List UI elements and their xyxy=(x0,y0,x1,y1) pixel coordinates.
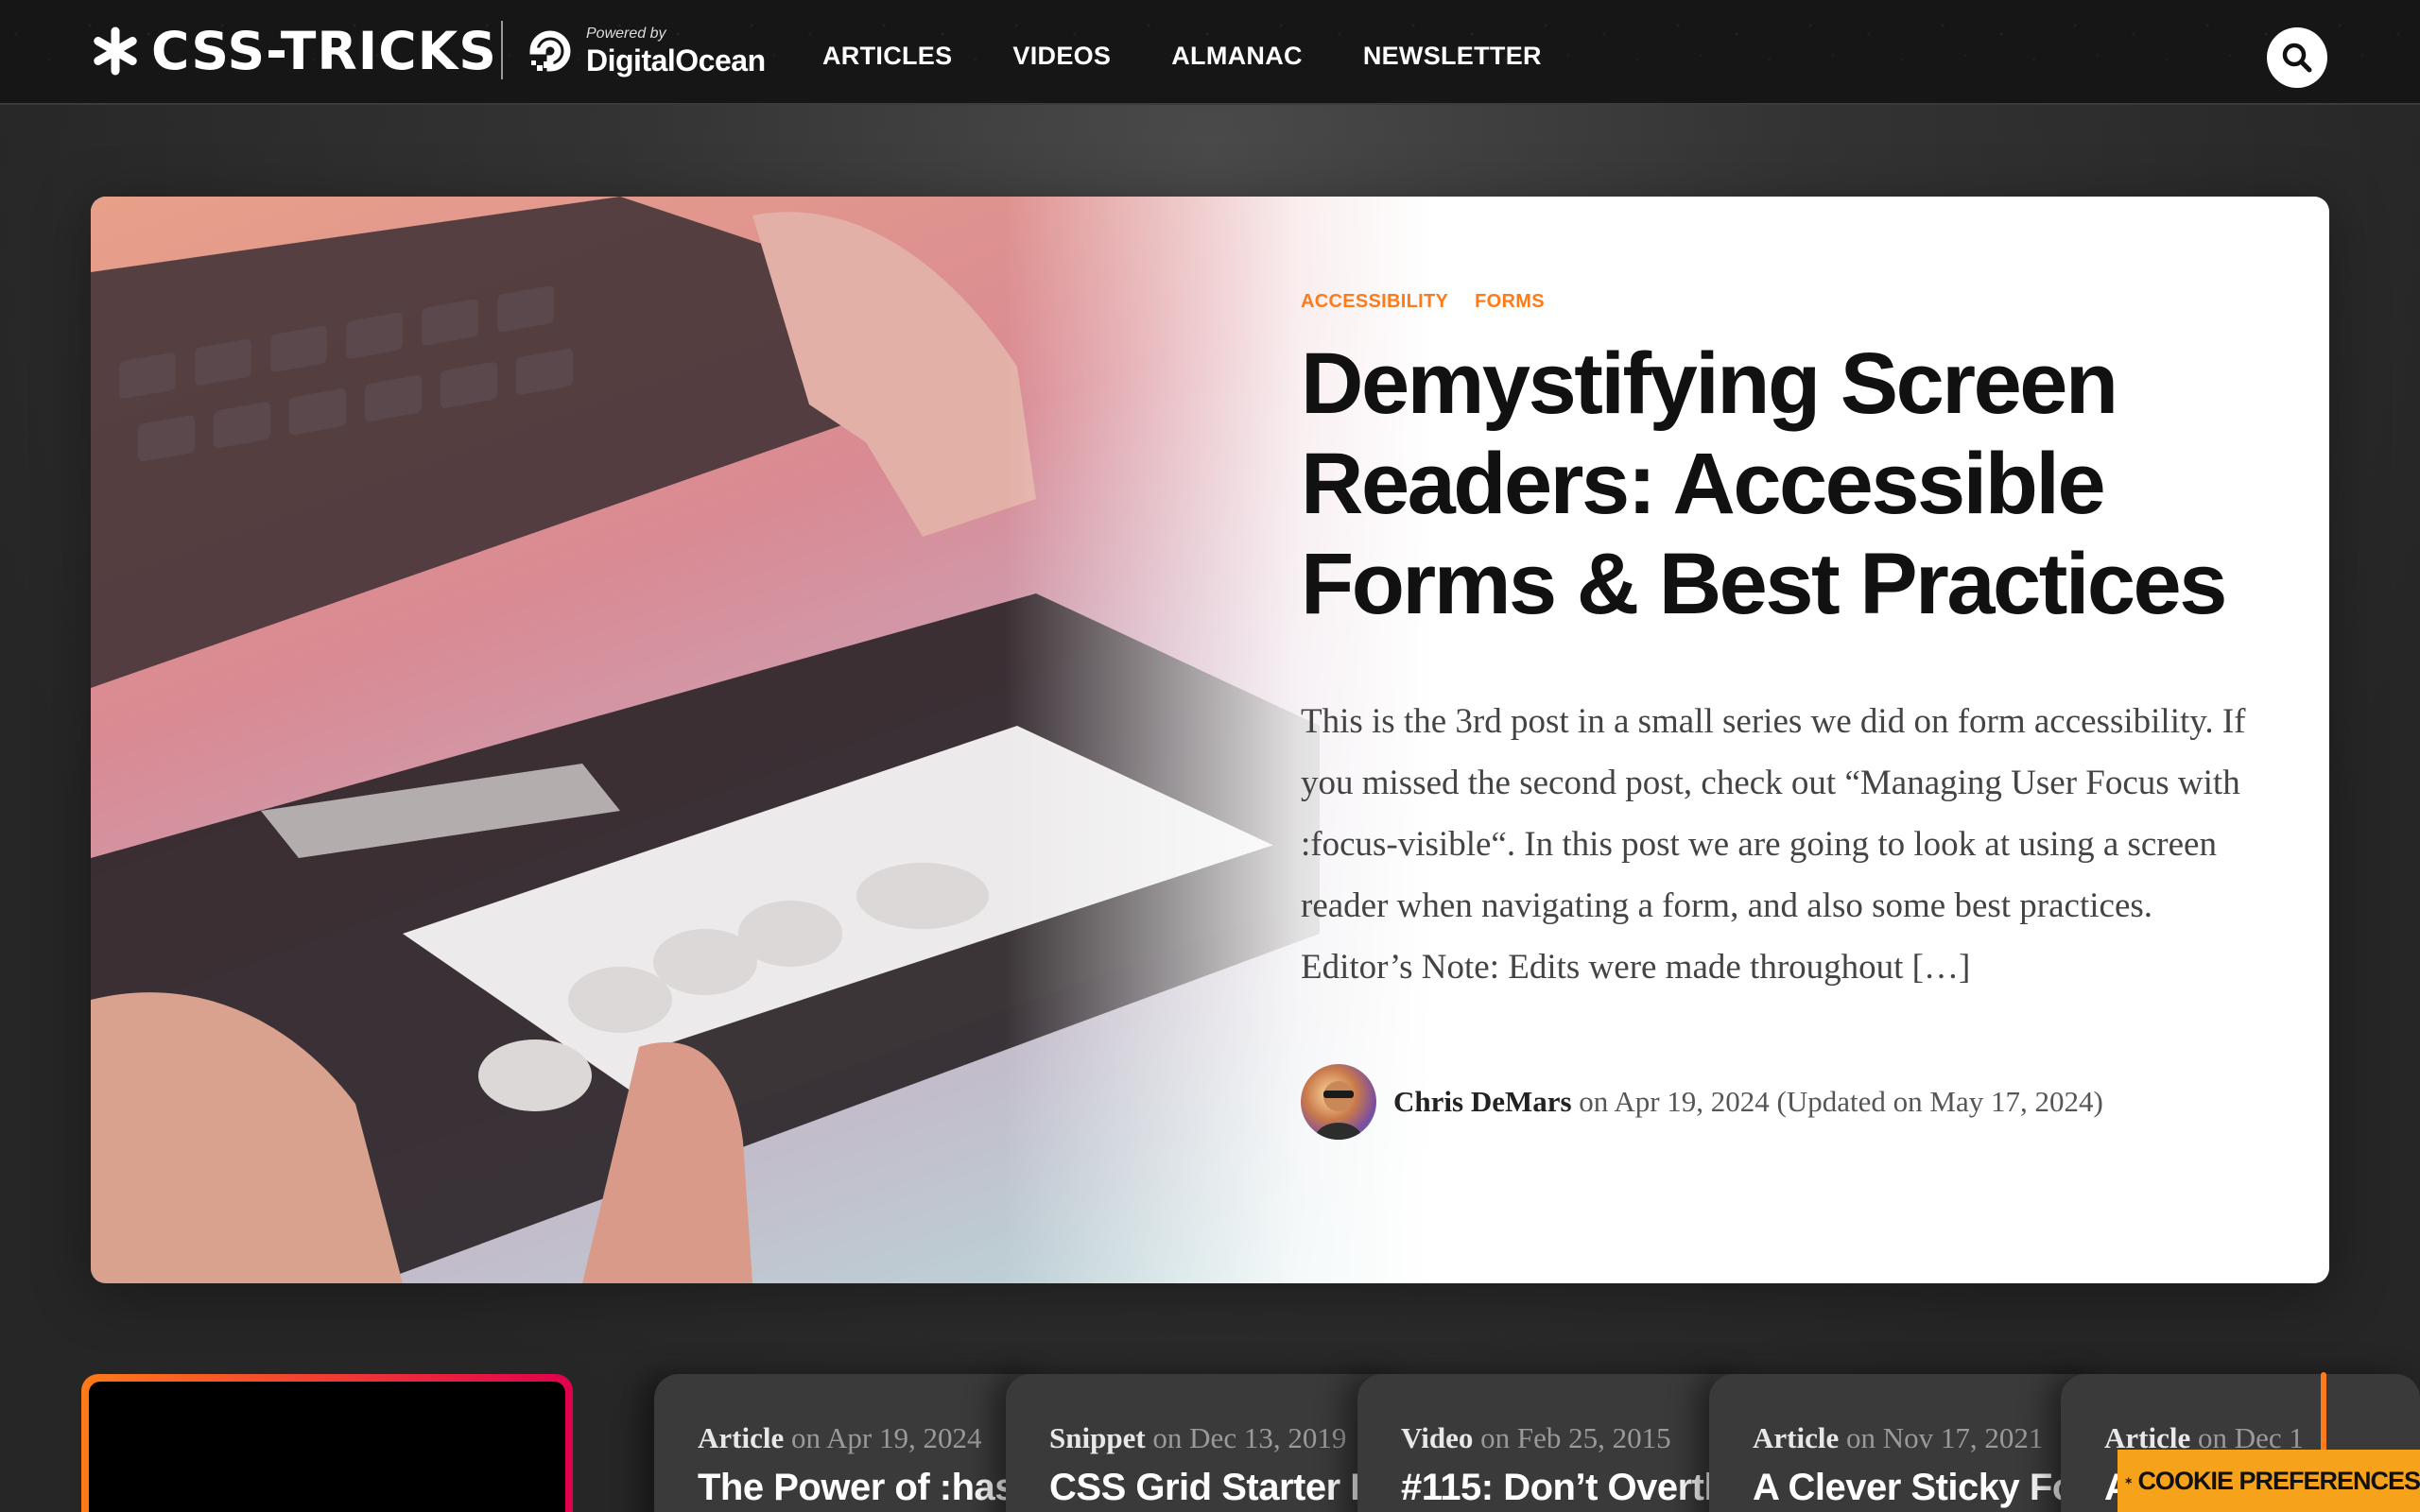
nav-articles[interactable]: ARTICLES xyxy=(822,42,952,71)
search-icon xyxy=(2282,43,2312,73)
card-date: on Apr 19, 2024 xyxy=(784,1421,982,1454)
card-title[interactable]: The Power of :has() xyxy=(698,1467,1051,1509)
nav-almanac[interactable]: ALMANAC xyxy=(1171,42,1303,71)
featured-article: ACCESSIBILITY FORMS Demystifying Screen … xyxy=(91,197,2329,1283)
site-header: CSS-TRICKS Powered by DigitalOcean ARTIC… xyxy=(0,0,2420,105)
digitalocean-link[interactable]: Powered by DigitalOcean xyxy=(526,21,766,81)
card-meta: Snippet on Dec 13, 2019 xyxy=(1049,1421,1403,1455)
nav-videos[interactable]: VIDEOS xyxy=(1012,42,1111,71)
cookie-preferences-button[interactable]: COOKIE PREFERENCES xyxy=(2118,1450,2420,1512)
site-logo[interactable]: CSS-TRICKS xyxy=(91,23,497,79)
card-date: on Nov 17, 2021 xyxy=(1839,1421,2044,1454)
article-excerpt: This is the 3rd post in a small series w… xyxy=(1301,702,2246,987)
publish-date: on Apr 19, 2024 (Updated on May 17, 2024… xyxy=(1571,1085,2103,1118)
card-type: Article xyxy=(698,1421,785,1454)
tag-list: ACCESSIBILITY FORMS xyxy=(1301,291,2265,313)
article-title[interactable]: Demystifying Screen Readers: Accessible … xyxy=(1301,334,2265,634)
powered-by-label: Powered by xyxy=(586,26,666,42)
avatar-image xyxy=(1314,1081,1363,1140)
card-type: Snippet xyxy=(1049,1421,1146,1454)
video-frame xyxy=(89,1382,565,1512)
logo-text: CSS-TRICKS xyxy=(151,20,497,81)
card-type: Article xyxy=(1753,1421,1840,1454)
card-date: on Dec 13, 2019 xyxy=(1145,1421,1347,1454)
byline-text: Chris DeMars on Apr 19, 2024 (Updated on… xyxy=(1393,1085,2103,1119)
asterisk-icon xyxy=(2125,1477,2132,1485)
main-nav: ARTICLES VIDEOS ALMANAC NEWSLETTER xyxy=(822,42,1602,71)
search-button[interactable] xyxy=(2267,27,2327,88)
card-meta: Video on Feb 25, 2015 xyxy=(1401,1421,1754,1455)
nav-newsletter[interactable]: NEWSLETTER xyxy=(1363,42,1542,71)
post-card[interactable]: Article on Nov 17, 2021 A Clever Sticky … xyxy=(1709,1374,2106,1512)
card-date: on Feb 25, 2015 xyxy=(1473,1421,1671,1454)
card-meta: Article on Apr 19, 2024 xyxy=(698,1421,1051,1455)
author-avatar[interactable] xyxy=(1301,1064,1376,1140)
braille-display-illustration xyxy=(91,197,1320,1283)
featured-content: ACCESSIBILITY FORMS Demystifying Screen … xyxy=(1301,291,2265,1140)
asterisk-icon xyxy=(94,26,137,76)
digitalocean-icon xyxy=(529,30,571,72)
tag-forms[interactable]: FORMS xyxy=(1475,291,1545,313)
featured-image[interactable] xyxy=(91,197,1433,1283)
card-type: Video xyxy=(1401,1421,1474,1454)
card-title[interactable]: #115: Don’t Overthink It xyxy=(1401,1467,1754,1509)
author-name[interactable]: Chris DeMars xyxy=(1393,1085,1572,1118)
post-card[interactable]: Article on Apr 19, 2024 The Power of :ha… xyxy=(654,1374,1051,1512)
post-card[interactable]: Snippet on Dec 13, 2019 CSS Grid Starter… xyxy=(1006,1374,1403,1512)
post-card[interactable]: Video on Feb 25, 2015 #115: Don’t Overth… xyxy=(1357,1374,1754,1512)
tag-accessibility[interactable]: ACCESSIBILITY xyxy=(1301,291,1448,313)
logo-divider xyxy=(501,21,503,79)
cookie-label: COOKIE PREFERENCES xyxy=(2137,1466,2420,1495)
sponsor-name: DigitalOcean xyxy=(586,43,766,77)
featured-video-player[interactable] xyxy=(81,1374,573,1512)
card-meta: Article on Nov 17, 2021 xyxy=(1753,1421,2106,1455)
card-title[interactable]: CSS Grid Starter Layouts xyxy=(1049,1467,1403,1509)
byline: Chris DeMars on Apr 19, 2024 (Updated on… xyxy=(1301,1064,2265,1140)
card-title[interactable]: A Clever Sticky Footer xyxy=(1753,1467,2106,1509)
